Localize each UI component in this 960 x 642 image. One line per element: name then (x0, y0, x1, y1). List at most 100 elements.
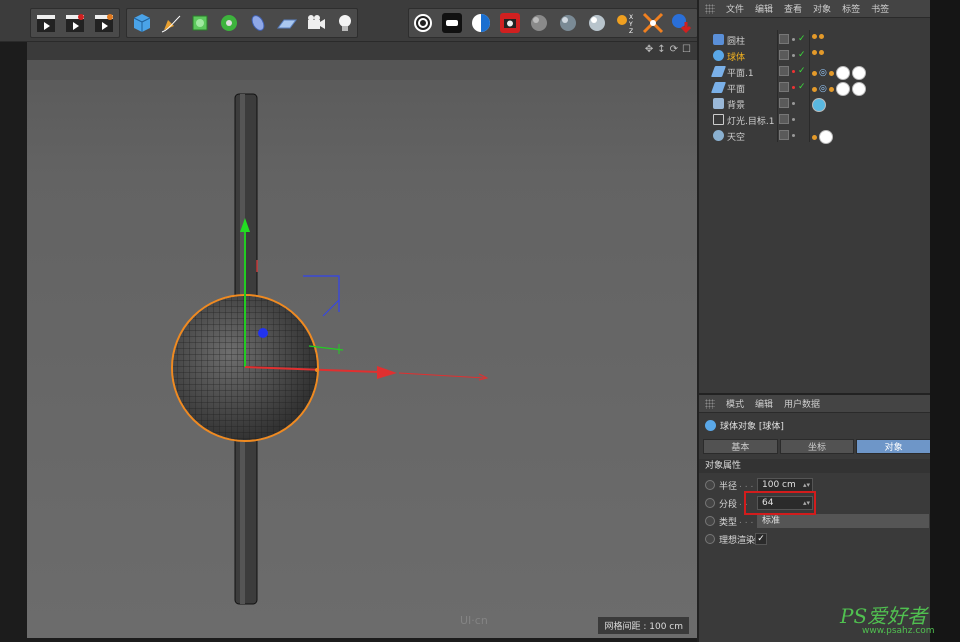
tab-object[interactable]: 对象 (856, 439, 932, 454)
scale-arrows-icon (642, 12, 664, 34)
object-row-sphere[interactable]: 球体 ✓ (699, 48, 932, 64)
snapshot-button[interactable] (497, 9, 523, 37)
blue-ball-arrow-icon (672, 14, 692, 34)
clapper-icon (37, 15, 55, 32)
cylinder-icon (713, 34, 724, 45)
red-camera-icon (500, 13, 520, 33)
scale-tool-button[interactable] (640, 9, 666, 37)
3d-viewport[interactable]: 网格间距 : 100 cm (27, 60, 697, 638)
sphere-shade-button[interactable] (526, 9, 552, 37)
section-header: 对象属性 (699, 459, 932, 473)
xyz-axis-icon: XYZ (617, 14, 633, 34)
object-row-plane-1[interactable]: 平面.1 ✓ ◎ (699, 64, 932, 80)
main-toolbar: XYZ (0, 0, 698, 42)
type-dots: . . . (739, 516, 754, 526)
spline-pen-button[interactable] (158, 9, 184, 37)
scene-render (171, 93, 489, 605)
menu-user-data[interactable]: 用户数据 (784, 397, 820, 410)
right-panels: 文件 编辑 查看 对象 标签 书签 圆柱 ✓ 球体 ✓ 平面.1 ✓ ◎ 平面 … (697, 0, 932, 642)
material-tags-icon[interactable]: ◎ (812, 66, 866, 80)
column-separator (809, 30, 810, 142)
glass-ball-button[interactable] (555, 9, 581, 37)
menu-edit[interactable]: 编辑 (755, 397, 773, 410)
object-row-light-target[interactable]: 灯光.目标.1 (699, 112, 932, 128)
segments-animate-radio[interactable] (705, 498, 715, 508)
object-name: 平面.1 (727, 68, 754, 79)
contrast-icon (472, 14, 490, 32)
camera-button[interactable] (303, 9, 329, 37)
target-button[interactable] (410, 9, 436, 37)
plane-icon (710, 66, 727, 77)
array-button[interactable] (216, 9, 242, 37)
menu-mode[interactable]: 模式 (726, 397, 744, 410)
svg-text:Y: Y (628, 21, 633, 28)
object-name: 背景 (727, 100, 746, 111)
menu-view[interactable]: 查看 (784, 2, 802, 15)
light-icon (713, 114, 724, 125)
check-icon[interactable]: ✓ (798, 82, 806, 92)
menu-file[interactable]: 文件 (726, 2, 744, 15)
panel-grip-icon[interactable] (705, 3, 715, 14)
attribute-title-text: 球体对象 [球体] (720, 422, 784, 432)
cube-tool-button[interactable] (129, 9, 155, 37)
maximize-view-icon[interactable]: ☐ (682, 44, 691, 55)
menu-tag[interactable]: 标签 (842, 2, 860, 15)
type-animate-radio[interactable] (705, 516, 715, 526)
material-tags-icon[interactable]: ◎ (812, 82, 866, 96)
subdivision-button[interactable] (187, 9, 213, 37)
pen-icon (161, 15, 181, 33)
zoom-view-icon[interactable]: ↕ (657, 44, 665, 55)
object-name: 平面 (727, 84, 746, 95)
menu-object[interactable]: 对象 (813, 2, 831, 15)
rotate-view-icon[interactable]: ⟳ (670, 44, 678, 55)
menu-edit[interactable]: 编辑 (755, 2, 773, 15)
material-ball-icon[interactable] (812, 130, 833, 144)
light-bulb-icon (339, 15, 351, 31)
ps-watermark-url: www.psahz.com (862, 626, 935, 636)
display-mode-button[interactable] (439, 9, 465, 37)
render-perfect-animate-radio[interactable] (705, 534, 715, 544)
svg-text:Z: Z (629, 28, 633, 34)
floor-button[interactable] (274, 9, 300, 37)
material-ball-icon[interactable] (812, 98, 826, 112)
type-value: 标准 (762, 516, 781, 526)
svg-text:X: X (629, 14, 633, 21)
drop-to-floor-button[interactable] (668, 9, 694, 37)
radius-animate-radio[interactable] (705, 480, 715, 490)
plane-icon (710, 82, 727, 93)
attribute-title: 球体对象 [球体] (705, 419, 784, 432)
render-settings-button[interactable] (91, 9, 117, 37)
render-perfect-checkbox[interactable]: ✓ (755, 533, 767, 545)
check-icon[interactable]: ✓ (798, 34, 806, 44)
panel-grip-icon[interactable] (705, 398, 715, 409)
target-icon (414, 14, 432, 32)
camera-icon (308, 15, 325, 29)
white-ball-button[interactable] (584, 9, 610, 37)
render-picture-viewer-button[interactable] (62, 9, 88, 37)
deformer-button[interactable] (245, 9, 271, 37)
move-view-icon[interactable]: ✥ (645, 44, 653, 55)
contrast-button[interactable] (468, 9, 494, 37)
phong-tag-icon[interactable] (812, 50, 824, 55)
object-row-background[interactable]: 背景 (699, 96, 932, 112)
menu-bookmark[interactable]: 书签 (871, 2, 889, 15)
xyz-axis-button[interactable]: XYZ (612, 9, 638, 37)
check-icon[interactable]: ✓ (798, 66, 806, 76)
z-axis-handle[interactable] (258, 328, 268, 338)
radius-field[interactable]: 100 cm ▴▾ (757, 478, 813, 492)
render-view-button[interactable] (33, 9, 59, 37)
light-button[interactable] (332, 9, 358, 37)
object-row-cylinder[interactable]: 圆柱 ✓ (699, 32, 932, 48)
sphere-icon (705, 420, 716, 431)
bend-deformer-icon (251, 15, 265, 31)
glass-ball-icon (560, 15, 576, 31)
type-dropdown[interactable]: 标准 (757, 514, 929, 528)
object-name: 灯光.目标.1 (727, 116, 775, 127)
left-tool-strip (0, 42, 27, 642)
object-row-sky[interactable]: 天空 (699, 128, 932, 144)
tab-coord[interactable]: 坐标 (779, 439, 855, 454)
object-row-plane[interactable]: 平面 ✓ ◎ (699, 80, 932, 96)
tab-basic[interactable]: 基本 (703, 439, 778, 454)
check-icon[interactable]: ✓ (798, 50, 806, 60)
phong-tag-icon[interactable] (812, 34, 824, 39)
